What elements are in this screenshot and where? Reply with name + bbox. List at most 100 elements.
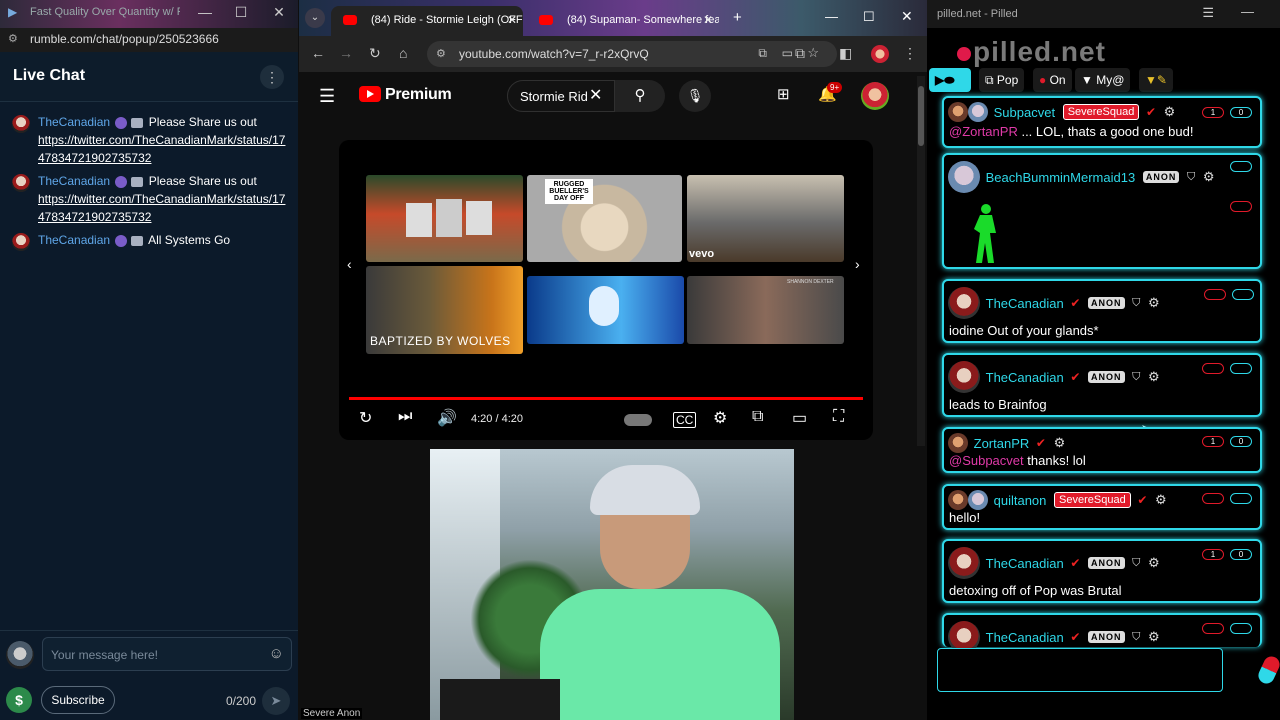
gear-icon[interactable]: ⚙ (1203, 169, 1215, 184)
open-external-icon[interactable]: ⧉ (758, 46, 767, 61)
end-screen-thumbnail[interactable] (527, 276, 684, 344)
tab-ride[interactable]: (84) Ride - Stormie Leigh (OFFICI ✕ (331, 6, 523, 36)
minimize-icon[interactable]: — (825, 9, 838, 24)
page-scrollbar[interactable] (917, 76, 925, 446)
extensions-icon[interactable]: ⧉ (795, 45, 805, 62)
create-icon[interactable]: ⊞ (777, 85, 790, 103)
maximize-icon[interactable]: ☐ (863, 9, 875, 25)
search-icon[interactable]: ⚲ (615, 80, 665, 112)
live-toggle-button[interactable]: ▶⬬ (929, 68, 971, 92)
emoji-icon[interactable]: ☺ (269, 645, 284, 662)
avatar[interactable] (968, 490, 988, 510)
mention[interactable]: @Subpacvet (949, 453, 1024, 468)
end-screen-thumbnail[interactable]: BAPTIZED BY WOLVES (366, 266, 523, 354)
like-count[interactable] (1230, 623, 1252, 634)
like-count[interactable] (1230, 161, 1252, 172)
miniplayer-icon[interactable]: ⧉ (752, 408, 763, 426)
end-screen-thumbnail[interactable] (366, 175, 523, 262)
dislike-count[interactable]: 1 (1202, 436, 1224, 447)
chat-username[interactable]: TheCanadian (986, 630, 1064, 645)
dislike-count[interactable]: 1 (1202, 107, 1224, 118)
forward-icon[interactable]: → (339, 45, 353, 61)
fullscreen-icon[interactable]: ⛶ (833, 408, 844, 426)
dislike-count[interactable] (1202, 493, 1224, 504)
close-icon[interactable]: ✕ (901, 8, 913, 25)
like-count[interactable]: 0 (1230, 549, 1252, 560)
mention[interactable]: @ZortanPR (949, 124, 1018, 139)
chat-username[interactable]: ZortanPR (974, 436, 1030, 451)
like-count[interactable] (1230, 493, 1252, 504)
gear-icon[interactable]: ⚙ (1148, 369, 1160, 384)
chat-username[interactable]: BeachBumminMermaid13 (986, 170, 1136, 185)
youtube-logo[interactable] (359, 86, 381, 102)
cast-icon[interactable]: ▭ (782, 46, 793, 60)
site-settings-icon[interactable]: ⚙ (8, 32, 18, 45)
bookmark-star-icon[interactable]: ☆ (807, 45, 819, 61)
tab-supaman[interactable]: (84) Supaman- Somewhere fea ✕ (527, 6, 719, 36)
dislike-count[interactable]: 1 (1202, 549, 1224, 560)
settings-icon[interactable]: ⚙ (713, 408, 727, 428)
volume-icon[interactable]: 🔊 (437, 408, 457, 428)
chat-link[interactable]: https://twitter.com/TheCanadianMark/stat… (38, 192, 285, 224)
like-count[interactable] (1230, 363, 1252, 374)
minimize-icon[interactable]: — (190, 4, 220, 20)
chat-username[interactable]: TheCanadian (38, 115, 110, 129)
account-avatar[interactable] (861, 82, 889, 110)
chat-username[interactable]: Subpacvet (994, 105, 1055, 120)
pill-send-icon[interactable] (1255, 653, 1280, 687)
send-icon[interactable]: ➤ (262, 687, 290, 715)
minimize-icon[interactable]: — (1241, 4, 1254, 19)
avatar[interactable] (948, 287, 980, 319)
replay-icon[interactable]: ↻ (359, 408, 372, 428)
address-bar[interactable]: ⚙ youtube.com/watch?v=7_r-r2xQrvQ ⧉ ▭ ☆ (427, 41, 837, 67)
cc-icon[interactable]: CC (673, 412, 697, 428)
chat-username[interactable]: quiltanon (994, 493, 1047, 508)
chat-username[interactable]: TheCanadian (38, 233, 110, 247)
gear-icon[interactable]: ⚙ (1148, 555, 1160, 570)
maximize-icon[interactable]: ☐ (226, 4, 256, 21)
menu-icon[interactable]: ☰ (319, 86, 335, 107)
rumble-urlbar[interactable]: ⚙ rumble.com/chat/popup/250523666 (0, 28, 298, 52)
next-icon[interactable]: ⏭ (398, 408, 412, 426)
like-count[interactable]: 0 (1230, 107, 1252, 118)
scrollbar-thumb[interactable] (918, 86, 924, 146)
gear-icon[interactable]: ⚙ (1164, 104, 1176, 119)
chat-username[interactable]: TheCanadian (986, 556, 1064, 571)
chat-username[interactable]: TheCanadian (38, 174, 110, 188)
sidepanel-icon[interactable]: ◧ (839, 45, 852, 62)
my-filter-button[interactable]: ▼ My@ (1075, 68, 1131, 92)
reload-icon[interactable]: ↻ (369, 45, 381, 62)
avatar[interactable] (948, 547, 980, 579)
on-button[interactable]: ● On (1033, 68, 1072, 92)
message-input[interactable] (937, 648, 1223, 692)
progress-bar[interactable] (349, 397, 863, 400)
gear-icon[interactable]: ⚙ (1148, 295, 1160, 310)
close-tab-icon[interactable]: ✕ (507, 13, 517, 27)
chat-username[interactable]: TheCanadian (986, 296, 1064, 311)
subscribe-button[interactable]: Subscribe (41, 686, 115, 714)
back-icon[interactable]: ← (311, 45, 325, 61)
theater-icon[interactable]: ▭ (792, 408, 807, 428)
dislike-count[interactable] (1204, 289, 1226, 300)
rant-dollar-button[interactable]: $ (6, 687, 32, 713)
new-tab-icon[interactable]: + (733, 9, 742, 26)
video-player[interactable]: ‹ › RUGGED BUELLER'S DAY OFF vevo BAPTIZ… (339, 140, 873, 440)
like-count[interactable]: 0 (1230, 436, 1252, 447)
chat-input[interactable]: Your message here! (42, 637, 292, 671)
pop-button[interactable]: ⧉ Pop (979, 68, 1025, 92)
gear-icon[interactable]: ⚙ (1148, 629, 1160, 644)
site-info-icon[interactable]: ⚙ (436, 47, 446, 60)
chat-username[interactable]: TheCanadian (986, 370, 1064, 385)
clear-search-icon[interactable]: ✕ (589, 85, 602, 105)
filter-pill-icon[interactable]: ▼✎ (1139, 68, 1173, 92)
prev-suggestions-icon[interactable]: ‹ (347, 256, 352, 272)
end-screen-thumbnail[interactable]: SHANNON DEXTER (687, 276, 844, 344)
menu-icon[interactable]: ☰ (1202, 5, 1214, 21)
end-screen-thumbnail[interactable]: RUGGED BUELLER'S DAY OFF (527, 175, 682, 262)
home-icon[interactable]: ⌂ (399, 45, 407, 61)
profile-avatar[interactable] (871, 45, 889, 63)
dislike-count[interactable] (1202, 363, 1224, 374)
more-options-icon[interactable]: ⋮ (260, 65, 284, 89)
gear-icon[interactable]: ⚙ (1155, 492, 1167, 507)
avatar[interactable] (948, 433, 968, 453)
